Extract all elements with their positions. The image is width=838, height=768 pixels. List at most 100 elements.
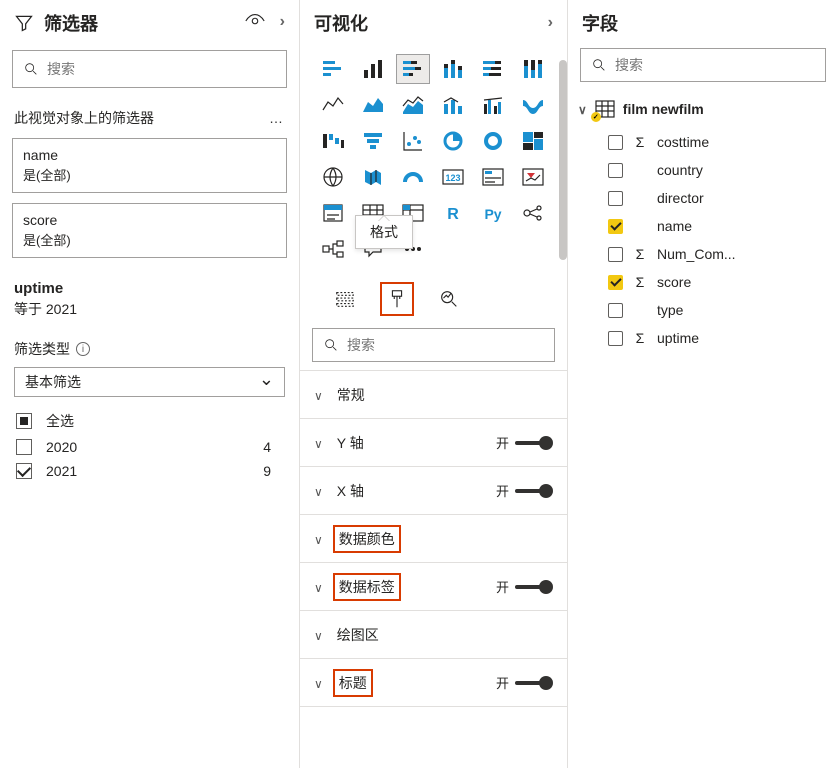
checkbox-partial[interactable] [16, 413, 32, 429]
fields-search-input[interactable] [615, 57, 815, 73]
fields-pane: 字段 ✓ film newfilm ΣcosttimeΣcountryΣdire… [568, 0, 838, 768]
field-checkbox[interactable] [608, 331, 623, 346]
format-search[interactable] [312, 328, 555, 362]
scrollbar[interactable] [559, 60, 567, 260]
field-checkbox[interactable] [608, 191, 623, 206]
viz-card-icon[interactable]: 123 [436, 162, 470, 192]
viz-pie-icon[interactable] [436, 126, 470, 156]
toggle-switch[interactable]: 开 [496, 673, 551, 692]
field-row[interactable]: Σname [578, 212, 828, 240]
field-name: type [657, 302, 683, 318]
svg-text:123: 123 [445, 173, 460, 183]
viz-python-icon[interactable]: Py [476, 198, 510, 228]
toggle-switch[interactable]: 开 [496, 577, 551, 596]
filters-search-input[interactable] [47, 61, 276, 77]
field-checkbox[interactable] [608, 219, 623, 234]
field-row[interactable]: Σuptime [578, 324, 828, 352]
filters-pane: 筛选器 › 此视觉对象上的筛选器 … name 是(全部) score 是(全部… [0, 0, 300, 768]
format-section[interactable]: Y 轴开 [300, 419, 567, 467]
filters-search[interactable] [12, 50, 287, 88]
filter-card[interactable]: score 是(全部) [12, 203, 287, 258]
format-search-input[interactable] [347, 337, 544, 353]
search-icon [591, 57, 607, 73]
viz-funnel-icon[interactable] [356, 126, 390, 156]
filter-icon [14, 13, 34, 33]
eye-icon[interactable] [244, 13, 266, 34]
viz-stacked-bar-horizontal-icon[interactable] [396, 54, 430, 84]
viz-scatter-icon[interactable] [396, 126, 430, 156]
collapse-filters-icon[interactable]: › [280, 13, 285, 34]
filters-header: 筛选器 › [0, 0, 299, 46]
more-icon[interactable]: … [269, 110, 285, 126]
format-section[interactable]: 数据颜色 [300, 515, 567, 563]
viz-stacked-area-icon[interactable] [396, 90, 430, 120]
filter-option[interactable]: 全选 [16, 407, 283, 435]
checkbox-unchecked[interactable] [16, 439, 32, 455]
viz-line-icon[interactable] [316, 90, 350, 120]
field-checkbox[interactable] [608, 303, 623, 318]
viz-ribbon-icon[interactable] [516, 90, 550, 120]
viz-treemap-icon[interactable] [516, 126, 550, 156]
fields-tab-icon[interactable] [328, 282, 362, 316]
field-row[interactable]: Σscore [578, 268, 828, 296]
field-checkbox[interactable] [608, 247, 623, 262]
field-row[interactable]: Σcosttime [578, 128, 828, 156]
toggle-switch[interactable]: 开 [496, 481, 551, 500]
field-row[interactable]: Σdirector [578, 184, 828, 212]
format-section[interactable]: 绘图区 [300, 611, 567, 659]
viz-map-icon[interactable] [316, 162, 350, 192]
filter-card[interactable]: name 是(全部) [12, 138, 287, 193]
viz-filled-map-icon[interactable] [356, 162, 390, 192]
format-section-label: Y 轴 [333, 431, 368, 455]
chevron-down-icon [578, 101, 587, 117]
toggle-label: 开 [496, 481, 509, 500]
filter-card-name: uptime [14, 280, 285, 297]
field-row[interactable]: Σcountry [578, 156, 828, 184]
field-row[interactable]: Σtype [578, 296, 828, 324]
viz-r-icon[interactable]: R [436, 198, 470, 228]
field-list: ΣcosttimeΣcountryΣdirectorΣnameΣNum_Com.… [578, 128, 828, 352]
format-section-label: 数据颜色 [333, 525, 401, 553]
field-checkbox[interactable] [608, 275, 623, 290]
viz-waterfall-icon[interactable] [316, 126, 350, 156]
viz-key-influencers-icon[interactable] [516, 198, 550, 228]
toggle-switch[interactable]: 开 [496, 433, 551, 452]
viz-clustered-bar-icon[interactable] [356, 54, 390, 84]
format-section[interactable]: 标题开 [300, 659, 567, 707]
format-section[interactable]: 常规 [300, 371, 567, 419]
viz-kpi-icon[interactable] [516, 162, 550, 192]
checkbox-checked[interactable] [16, 463, 32, 479]
format-section[interactable]: X 轴开 [300, 467, 567, 515]
viz-100-stacked-column-icon[interactable] [516, 54, 550, 84]
viz-decomposition-icon[interactable] [316, 234, 350, 264]
search-icon [23, 61, 39, 77]
filter-card-active[interactable]: uptime 等于 2021 [0, 266, 299, 323]
viz-line-stacked-icon[interactable] [436, 90, 470, 120]
info-icon[interactable]: i [76, 342, 90, 356]
filter-option[interactable]: 2021 9 [16, 459, 283, 483]
viz-multirow-card-icon[interactable] [476, 162, 510, 192]
viz-donut-icon[interactable] [476, 126, 510, 156]
field-checkbox[interactable] [608, 163, 623, 178]
filter-option[interactable]: 2020 4 [16, 435, 283, 459]
format-section[interactable]: 数据标签 开 [300, 563, 567, 611]
viz-100-stacked-bar-icon[interactable] [476, 54, 510, 84]
viz-line-clustered-icon[interactable] [476, 90, 510, 120]
field-row[interactable]: ΣNum_Com... [578, 240, 828, 268]
format-tab-icon[interactable] [380, 282, 414, 316]
collapse-viz-icon[interactable]: › [548, 14, 553, 32]
fields-search[interactable] [580, 48, 826, 82]
field-checkbox[interactable] [608, 135, 623, 150]
chevron-down-icon [314, 579, 323, 595]
viz-stacked-column-icon[interactable] [436, 54, 470, 84]
viz-gauge-icon[interactable] [396, 162, 430, 192]
analytics-tab-icon[interactable] [432, 282, 466, 316]
viz-area-icon[interactable] [356, 90, 390, 120]
format-tooltip: 格式 [355, 215, 413, 249]
viz-stacked-bar-icon[interactable] [316, 54, 350, 84]
table-header[interactable]: ✓ film newfilm [578, 94, 828, 128]
format-section-label: 数据标签 [333, 573, 401, 601]
viz-slicer-icon[interactable] [316, 198, 350, 228]
filter-card-value: 是(全部) [23, 230, 276, 249]
filter-type-dropdown[interactable]: 基本筛选 [14, 367, 285, 397]
